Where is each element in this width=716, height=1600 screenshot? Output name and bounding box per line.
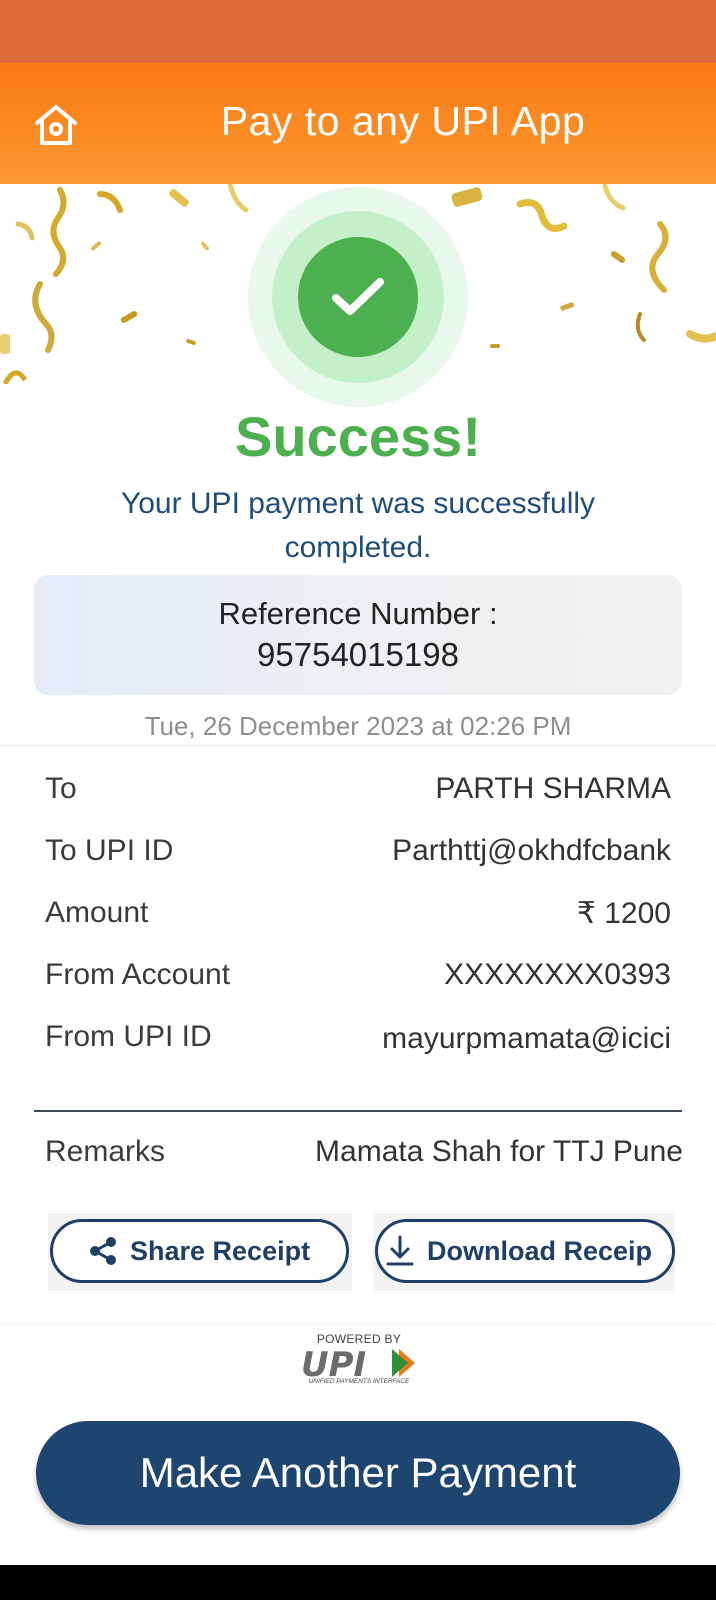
amount-value: ₹ 1200: [576, 897, 671, 930]
detail-label: From Account: [45, 958, 231, 991]
detail-value: PARTH SHARMA: [435, 772, 671, 805]
detail-value: mayurpmamata@icici: [382, 1022, 671, 1055]
powered-by-label: POWERED BY: [316, 1332, 402, 1346]
share-receipt-button[interactable]: Share Receipt: [50, 1219, 349, 1283]
download-icon: [385, 1234, 415, 1268]
share-receipt-wrapper: Share Receipt: [48, 1213, 352, 1291]
share-icon: [88, 1236, 118, 1266]
success-badge: [248, 187, 468, 407]
detail-label: From UPI ID: [45, 1020, 212, 1053]
success-message: Your UPI payment was successfully comple…: [120, 487, 596, 564]
powered-by-upi-logo: POWERED BY UPI UNIFIED PAYMENTS INTERFAC…: [297, 1332, 421, 1390]
app-header: Pay to any UPI App: [0, 63, 716, 184]
system-nav-bar: [0, 1565, 716, 1600]
status-bar: [0, 0, 716, 63]
svg-text:UPI: UPI: [301, 1346, 366, 1380]
remarks-value: Mamata Shah for TTJ Pune: [315, 1135, 683, 1168]
reference-number: 95754015198: [257, 636, 459, 673]
check-icon: [332, 278, 384, 315]
detail-label: To: [45, 772, 77, 805]
divider: [34, 1110, 682, 1112]
success-title: Success!: [235, 405, 481, 468]
home-button[interactable]: [30, 101, 82, 149]
reference-box: Reference Number : 95754015198: [34, 575, 682, 695]
detail-label: Amount: [45, 896, 149, 929]
detail-value: Parthttj@okhdfcbank: [392, 834, 671, 867]
detail-label: To UPI ID: [45, 834, 174, 867]
upi-logo-icon: UPI: [301, 1346, 415, 1380]
download-receipt-label: Download Receip: [427, 1235, 653, 1266]
home-icon: [35, 105, 77, 145]
share-receipt-label: Share Receipt: [130, 1235, 311, 1266]
detail-value: XXXXXXXX0393: [444, 958, 671, 991]
page-title: Pay to any UPI App: [220, 98, 586, 144]
make-another-payment-button[interactable]: Make Another Payment: [36, 1421, 680, 1525]
download-receipt-wrapper: Download Receip: [373, 1213, 675, 1291]
transaction-timestamp: Tue, 26 December 2023 at 02:26 PM: [144, 711, 572, 741]
download-receipt-button[interactable]: Download Receip: [375, 1219, 675, 1283]
remarks-label: Remarks: [45, 1135, 166, 1168]
upi-tagline: UNIFIED PAYMENTS INTERFACE: [308, 1378, 410, 1385]
reference-label: Reference Number :: [218, 596, 498, 631]
